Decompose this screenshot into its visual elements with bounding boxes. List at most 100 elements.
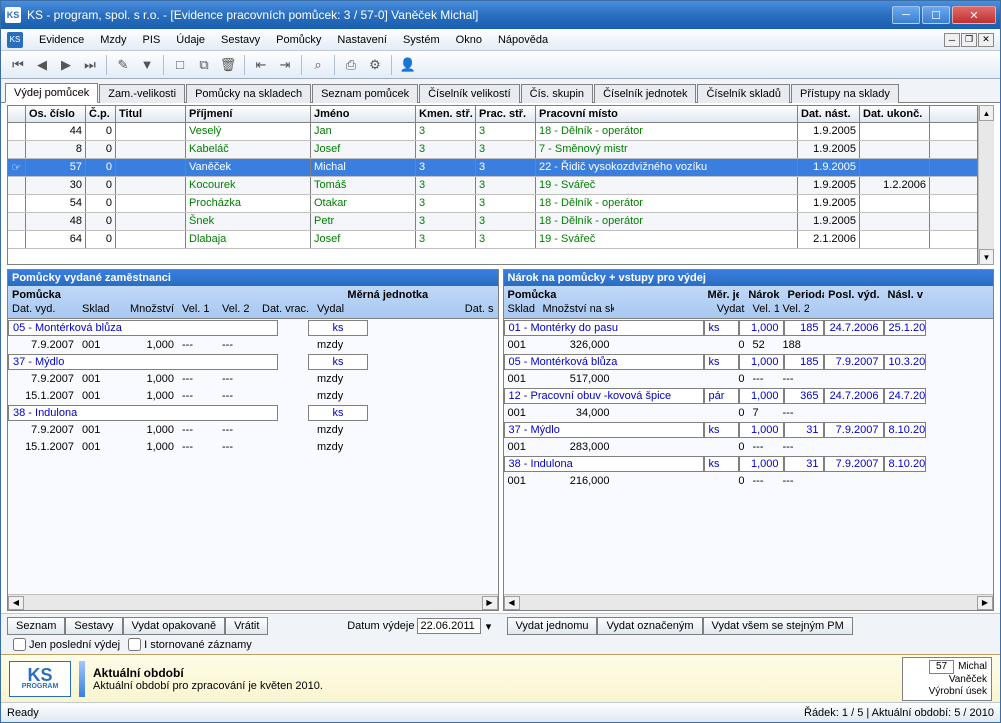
col-jmeno[interactable]: Jméno xyxy=(311,106,416,122)
scroll-right-icon[interactable]: ▶ xyxy=(977,596,993,610)
col-dat-ukonc[interactable]: Dat. ukonč. xyxy=(860,106,930,122)
copy-icon[interactable]: ⧉ xyxy=(193,54,215,76)
menu-údaje[interactable]: Údaje xyxy=(168,32,213,48)
grid-scrollbar[interactable]: ▲ ▼ xyxy=(978,105,994,265)
menu-pomůcky[interactable]: Pomůcky xyxy=(268,32,329,48)
user-icon[interactable]: 👤 xyxy=(397,54,419,76)
export-icon[interactable]: ⇥ xyxy=(274,54,296,76)
employee-row[interactable]: 440VeselýJan3318 - Dělník - operátor1.9.… xyxy=(8,123,977,141)
import-icon[interactable]: ⇤ xyxy=(250,54,272,76)
prev-record-icon[interactable]: ◀ xyxy=(31,54,53,76)
issued-item-row[interactable]: 15.1.20070011,000------mzdy xyxy=(8,387,498,404)
col-os-cislo[interactable]: Os. číslo xyxy=(26,106,86,122)
btn-seznam[interactable]: Seznam xyxy=(7,617,65,635)
tab-5[interactable]: Čís. skupin xyxy=(521,84,593,103)
issued-item-row[interactable]: 7.9.20070011,000------mzdy xyxy=(8,421,498,438)
btn-vydat-označeným[interactable]: Vydat označeným xyxy=(597,617,702,635)
col-titul[interactable]: Titul xyxy=(116,106,186,122)
menu-systém[interactable]: Systém xyxy=(395,32,448,48)
scroll-right-icon[interactable]: ▶ xyxy=(482,596,498,610)
entitlement-item-header[interactable]: 01 - Montérky do pasuks1,00018524.7.2006… xyxy=(504,319,994,336)
issued-item-row[interactable]: 7.9.20070011,000------mzdy xyxy=(8,370,498,387)
menu-nastavení[interactable]: Nastavení xyxy=(329,32,395,48)
print-icon[interactable]: ⎙ xyxy=(340,54,362,76)
employee-row[interactable]: 300KocourekTomáš3319 - Svářeč1.9.20051.2… xyxy=(8,177,977,195)
menu-mzdy[interactable]: Mzdy xyxy=(92,32,134,48)
mdi-restore-button[interactable]: ❐ xyxy=(961,33,977,47)
tab-4[interactable]: Číselník velikostí xyxy=(419,84,520,103)
date-picker-icon[interactable]: ▾ xyxy=(483,620,495,633)
col-dat-nast[interactable]: Dat. nást. xyxy=(798,106,860,122)
minimize-button[interactable]: ─ xyxy=(892,6,920,24)
btn-vydat-všem-se-stejným-pm[interactable]: Vydat všem se stejným PM xyxy=(703,617,853,635)
issued-item-header[interactable]: 37 - Mýdloks xyxy=(8,353,498,370)
app-menu-icon[interactable]: KS xyxy=(7,32,23,48)
col-prijmeni[interactable]: Příjmení xyxy=(186,106,311,122)
mdi-close-button[interactable]: ✕ xyxy=(978,33,994,47)
employee-row[interactable]: ☞570VaněčekMichal3322 - Řidič vysokozdvi… xyxy=(8,159,977,177)
tab-0[interactable]: Výdej pomůcek xyxy=(5,83,98,103)
col-prac-str[interactable]: Prac. stř. xyxy=(476,106,536,122)
mdi-minimize-button[interactable]: ─ xyxy=(944,33,960,47)
entitlement-item-sub[interactable]: 001517,0000------ xyxy=(504,370,994,387)
tab-3[interactable]: Seznam pomůcek xyxy=(312,84,418,103)
last-record-icon[interactable]: ⏭ xyxy=(79,54,101,76)
chk-last-issue[interactable]: Jen poslední výdej xyxy=(13,638,120,651)
entitlement-item-sub[interactable]: 001283,0000------ xyxy=(504,438,994,455)
menu-sestavy[interactable]: Sestavy xyxy=(213,32,268,48)
entitlement-item-header[interactable]: 05 - Montérková blůzaks1,0001857.9.20071… xyxy=(504,353,994,370)
delete-icon[interactable]: 🗑 xyxy=(217,54,239,76)
entitlement-item-header[interactable]: 37 - Mýdloks1,000317.9.20078.10.20 xyxy=(504,421,994,438)
tab-7[interactable]: Číselník skladů xyxy=(697,84,790,103)
entitlement-item-header[interactable]: 12 - Pracovní obuv -kovová špicepár1,000… xyxy=(504,387,994,404)
entitlement-item-sub[interactable]: 001216,0000------ xyxy=(504,472,994,489)
col-cp[interactable]: Č.p. xyxy=(86,106,116,122)
scroll-left-icon[interactable]: ◀ xyxy=(8,596,24,610)
left-hscroll[interactable]: ◀ ▶ xyxy=(8,594,498,610)
close-button[interactable]: ✕ xyxy=(952,6,996,24)
menu-nápověda[interactable]: Nápověda xyxy=(490,32,556,48)
first-record-icon[interactable]: ⏮ xyxy=(7,54,29,76)
menubar: KS EvidenceMzdyPISÚdajeSestavyPomůckyNas… xyxy=(1,29,1000,51)
tab-1[interactable]: Zam.-velikosti xyxy=(99,84,185,103)
next-record-icon[interactable]: ▶ xyxy=(55,54,77,76)
entitlement-item-sub[interactable]: 001326,000052188 xyxy=(504,336,994,353)
employee-row[interactable]: 540ProcházkaOtakar3318 - Dělník - operát… xyxy=(8,195,977,213)
menu-pis[interactable]: PIS xyxy=(135,32,169,48)
btn-vydat-opakovaně[interactable]: Vydat opakovaně xyxy=(123,617,226,635)
filter-icon[interactable]: ▼ xyxy=(136,54,158,76)
entitlement-item-sub[interactable]: 00134,00007--- xyxy=(504,404,994,421)
new-icon[interactable]: □ xyxy=(169,54,191,76)
settings-icon[interactable]: ⚙ xyxy=(364,54,386,76)
grid-header: Os. číslo Č.p. Titul Příjmení Jméno Kmen… xyxy=(8,106,977,123)
menu-evidence[interactable]: Evidence xyxy=(31,32,92,48)
employee-row[interactable]: 80KabeláčJosef337 - Směnový mistr1.9.200… xyxy=(8,141,977,159)
employee-row[interactable]: 640DlabajaJosef3319 - Svářeč2.1.2006 xyxy=(8,231,977,249)
footer: KSPROGRAM Aktuální období Aktuální obdob… xyxy=(1,654,1000,702)
employee-row[interactable]: 480ŠnekPetr3318 - Dělník - operátor1.9.2… xyxy=(8,213,977,231)
menu-okno[interactable]: Okno xyxy=(448,32,490,48)
tab-8[interactable]: Přístupy na sklady xyxy=(791,84,899,103)
scroll-left-icon[interactable]: ◀ xyxy=(504,596,520,610)
btn-sestavy[interactable]: Sestavy xyxy=(65,617,122,635)
tab-2[interactable]: Pomůcky na skladech xyxy=(186,84,311,103)
btn-vydat-jednomu[interactable]: Vydat jednomu xyxy=(507,617,598,635)
scroll-down-icon[interactable]: ▼ xyxy=(979,249,994,265)
right-hscroll[interactable]: ◀ ▶ xyxy=(504,594,994,610)
col-kmen-str[interactable]: Kmen. stř. xyxy=(416,106,476,122)
issue-date-input[interactable] xyxy=(417,618,481,634)
chk-cancelled[interactable]: I stornované záznamy xyxy=(128,638,252,651)
edit-icon[interactable]: ✎ xyxy=(112,54,134,76)
btn-vrátit[interactable]: Vrátit xyxy=(225,617,268,635)
issued-item-row[interactable]: 15.1.20070011,000------mzdy xyxy=(8,438,498,455)
scroll-up-icon[interactable]: ▲ xyxy=(979,105,994,121)
entitlement-item-header[interactable]: 38 - Indulonaks1,000317.9.20078.10.20 xyxy=(504,455,994,472)
issued-item-header[interactable]: 38 - Indulonaks xyxy=(8,404,498,421)
issued-item-header[interactable]: 05 - Montérková blůzaks xyxy=(8,319,498,336)
col-pracovni-misto[interactable]: Pracovní místo xyxy=(536,106,798,122)
maximize-button[interactable]: ☐ xyxy=(922,6,950,24)
titlebar: KS KS - program, spol. s r.o. - [Evidenc… xyxy=(1,1,1000,29)
tab-6[interactable]: Číselník jednotek xyxy=(594,84,696,103)
search-icon[interactable]: ⌕ xyxy=(307,54,329,76)
issued-item-row[interactable]: 7.9.20070011,000------mzdy xyxy=(8,336,498,353)
